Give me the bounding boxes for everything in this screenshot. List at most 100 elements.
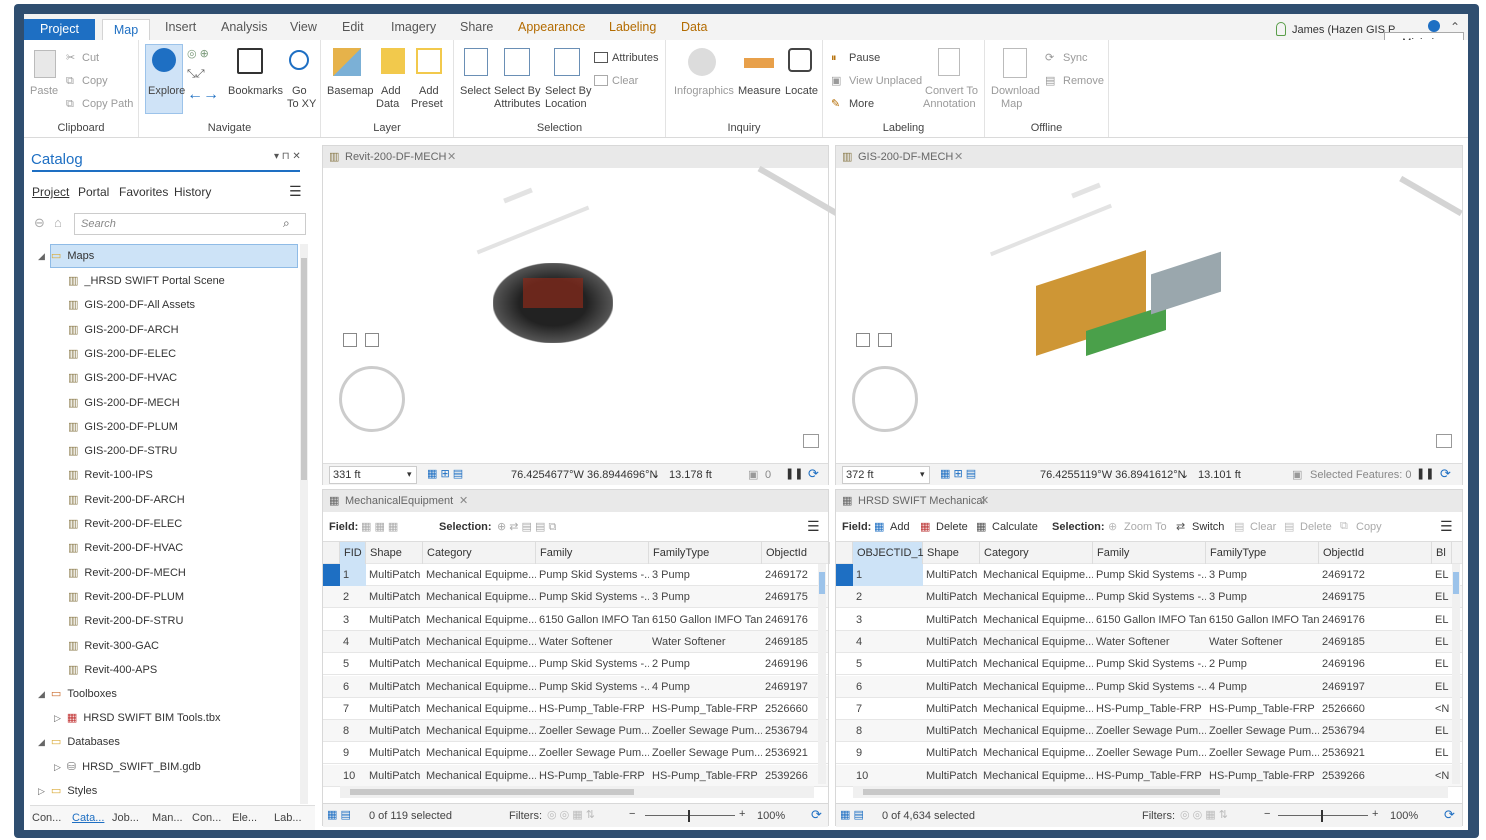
catalog-scrollbar-thumb[interactable]: [301, 258, 307, 480]
table-row[interactable]: 5 MultiPatch Mechanical Equipme... Pump Ski…: [836, 653, 1462, 676]
table-cell[interactable]: Mechanical Equipme...: [980, 631, 1093, 653]
tab-analysis[interactable]: Analysis: [221, 18, 268, 36]
row-selector[interactable]: [836, 742, 853, 764]
table-cell[interactable]: 9: [853, 742, 923, 764]
row-selector[interactable]: [323, 586, 340, 608]
row-selector[interactable]: [836, 631, 853, 653]
tab-edit[interactable]: Edit: [342, 18, 364, 36]
table-cell[interactable]: 2469176: [1319, 609, 1432, 631]
column-header[interactable]: Shape: [366, 542, 423, 564]
horizontal-scrollbar[interactable]: [853, 786, 1448, 798]
table-cell[interactable]: MultiPatch: [366, 631, 423, 653]
table-cell[interactable]: Zoeller Sewage Pum...: [649, 742, 762, 764]
row-selector[interactable]: [323, 698, 340, 720]
table-row[interactable]: 1 MultiPatch Mechanical Equipme... Pump Ski…: [836, 564, 1462, 586]
copy-path-button[interactable]: Copy Path: [82, 98, 133, 111]
tree-map-item[interactable]: ▥ GIS-200-DF-All Assets: [68, 293, 195, 317]
table-cell[interactable]: Mechanical Equipme...: [980, 564, 1093, 586]
column-header[interactable]: OBJECTID_1: [853, 542, 924, 564]
zoom-slider[interactable]: [1278, 815, 1368, 816]
dock-tab[interactable]: Cata...: [72, 812, 104, 824]
table-row[interactable]: 8 MultiPatch Mechanical Equipme... Zoeller …: [836, 720, 1462, 743]
pause-button[interactable]: Pause: [849, 52, 880, 65]
remove-button[interactable]: Remove: [1063, 75, 1104, 88]
copy-button[interactable]: Copy: [1356, 521, 1382, 533]
catalog-menu-icon[interactable]: ☰: [289, 183, 302, 200]
tree-map-item[interactable]: ▥ Revit-200-DF-PLUM: [68, 585, 184, 609]
table-cell[interactable]: HS-Pump_Table-FRP: [1206, 765, 1319, 787]
table-cell[interactable]: EL: [1432, 631, 1452, 653]
table-cell[interactable]: 1: [853, 564, 923, 586]
table-cell[interactable]: Zoeller Sewage Pum...: [1206, 720, 1319, 742]
table-cell[interactable]: MultiPatch: [923, 676, 980, 698]
zoom-slider-handle[interactable]: [688, 810, 690, 822]
table-cell[interactable]: MultiPatch: [366, 609, 423, 631]
table-cell[interactable]: Water Softener: [536, 631, 649, 653]
table-cell[interactable]: Zoeller Sewage Pum...: [1093, 720, 1206, 742]
table-cell[interactable]: 1: [340, 564, 366, 586]
column-header[interactable]: FID: [340, 542, 366, 564]
catalog-tab-favorites[interactable]: Favorites: [119, 185, 168, 199]
catalog-scrollbar[interactable]: [300, 244, 308, 804]
table-cell[interactable]: Zoeller Sewage Pum...: [649, 720, 762, 742]
table-right-close-icon[interactable]: ✕: [980, 494, 989, 507]
view-left-tab[interactable]: ▥ Revit-200-DF-MECH ✕: [323, 146, 828, 168]
table-cell[interactable]: Zoeller Sewage Pum...: [1093, 742, 1206, 764]
user-name[interactable]: James (Hazen GIS P: [1292, 24, 1395, 36]
table-cell[interactable]: Pump Skid Systems -...: [1093, 564, 1206, 586]
table-cell[interactable]: 2526660: [1319, 698, 1432, 720]
download-label[interactable]: Download: [991, 85, 1040, 98]
table-cell[interactable]: 2 Pump: [649, 653, 762, 675]
field-tools-icon[interactable]: ▦ ▦ ▦: [361, 520, 398, 533]
dock-tab[interactable]: Ele...: [232, 812, 257, 824]
row-selector[interactable]: [323, 765, 340, 787]
zoom-out-icon[interactable]: −: [1264, 808, 1270, 820]
annotation-label[interactable]: Annotation: [923, 98, 976, 111]
view-left-close-icon[interactable]: ✕: [447, 150, 456, 163]
table-cell[interactable]: HS-Pump_Table-FRP: [649, 698, 762, 720]
table-view-icon[interactable]: ▦ ▤: [327, 808, 351, 821]
column-header[interactable]: ObjectId: [1319, 542, 1432, 564]
table-cell[interactable]: Pump Skid Systems -...: [536, 653, 649, 675]
table-cell[interactable]: HS-Pump_Table-FRP: [536, 765, 649, 787]
table-row[interactable]: 9 MultiPatch Mechanical Equipme... Zoeller …: [323, 742, 828, 765]
measure-button[interactable]: Measure: [738, 85, 781, 98]
horizontal-scrollbar-thumb[interactable]: [863, 789, 1220, 795]
row-selector[interactable]: [323, 609, 340, 631]
table-cell[interactable]: MultiPatch: [923, 609, 980, 631]
add-preset-label[interactable]: Add: [419, 85, 439, 98]
dock-tab[interactable]: Lab...: [274, 812, 302, 824]
back-icon[interactable]: ⊖: [34, 215, 45, 231]
column-header[interactable]: FamilyType: [1206, 542, 1319, 564]
selection-tools-icon[interactable]: ▦ ⊞ ▤: [940, 467, 976, 480]
sync-button[interactable]: Sync: [1063, 52, 1087, 65]
column-header[interactable]: Category: [423, 542, 536, 564]
table-cell[interactable]: 3: [340, 609, 366, 631]
convert-to-label[interactable]: Convert To: [925, 85, 978, 98]
navigator-icon[interactable]: [852, 366, 918, 432]
table-row[interactable]: 1 MultiPatch Mechanical Equipme... Pump Ski…: [323, 564, 828, 586]
tab-appearance[interactable]: Appearance: [518, 18, 585, 36]
select-by-attributes-sublabel[interactable]: Attributes: [494, 98, 540, 111]
nav-up-icon[interactable]: [343, 333, 357, 347]
table-cell[interactable]: 6: [340, 676, 366, 698]
zoom-out-icon[interactable]: −: [629, 808, 635, 820]
table-row[interactable]: 6 MultiPatch Mechanical Equipme... Pump Ski…: [836, 675, 1462, 698]
switch-button[interactable]: Switch: [1192, 521, 1224, 533]
full-extent-icon[interactable]: ◎ ⊕: [187, 48, 209, 61]
vertical-scrollbar[interactable]: [818, 564, 826, 784]
table-row[interactable]: 3 MultiPatch Mechanical Equipme... 6150 Gal…: [323, 609, 828, 631]
horizontal-scrollbar-thumb[interactable]: [350, 789, 635, 795]
vertical-scrollbar-thumb[interactable]: [1453, 572, 1459, 594]
table-cell[interactable]: Zoeller Sewage Pum...: [536, 720, 649, 742]
table-cell[interactable]: Mechanical Equipme...: [423, 765, 536, 787]
go-label[interactable]: Go: [292, 85, 307, 98]
table-cell[interactable]: Mechanical Equipme...: [980, 653, 1093, 675]
search-icon[interactable]: ⌕: [283, 216, 290, 231]
table-cell[interactable]: MultiPatch: [366, 676, 423, 698]
table-cell[interactable]: HS-Pump_Table-FRP: [1206, 698, 1319, 720]
table-cell[interactable]: MultiPatch: [923, 742, 980, 764]
zoom-value[interactable]: 100%: [1390, 810, 1418, 822]
tree-map-item[interactable]: ▥ GIS-200-DF-HVAC: [68, 366, 177, 390]
table-cell[interactable]: 8: [853, 720, 923, 742]
